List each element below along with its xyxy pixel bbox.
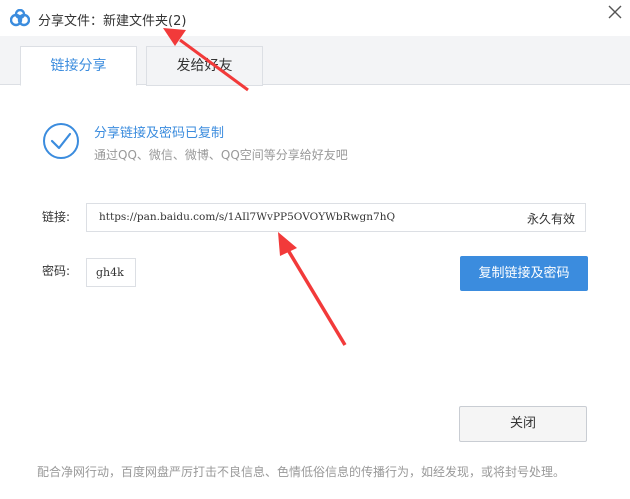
title-bar: 分享文件：新建文件夹(2) xyxy=(0,0,630,36)
link-url[interactable]: https://pan.baidu.com/s/1AIl7WvPP5OVOYWb… xyxy=(99,211,395,223)
password-field[interactable]: gh4k xyxy=(86,258,136,287)
status-title: 分享链接及密码已复制 xyxy=(94,126,225,141)
check-circle-icon xyxy=(43,123,79,159)
window-title: 分享文件：新建文件夹(2) xyxy=(38,14,187,29)
tab-send-to-friend[interactable]: 发给好友 xyxy=(146,46,263,86)
baidu-netdisk-logo-icon xyxy=(10,9,30,27)
close-button[interactable]: 关闭 xyxy=(459,406,587,442)
tab-bar: 链接分享 发给好友 xyxy=(0,36,630,86)
link-label: 链接: xyxy=(42,210,71,224)
password-value[interactable]: gh4k xyxy=(96,266,124,279)
link-field[interactable]: https://pan.baidu.com/s/1AIl7WvPP5OVOYWb… xyxy=(86,203,586,232)
close-icon[interactable] xyxy=(606,3,624,21)
tab-link-share[interactable]: 链接分享 xyxy=(20,46,137,86)
copy-link-and-password-button[interactable]: 复制链接及密码 xyxy=(460,256,588,291)
status-subtitle: 通过QQ、微信、微博、QQ空间等分享给好友吧 xyxy=(94,148,348,162)
password-label: 密码: xyxy=(42,264,71,278)
footer-note: 配合净网行动，百度网盘严厉打击不良信息、色情低俗信息的传播行为，如经发现，或将封… xyxy=(37,465,566,479)
link-validity: 永久有效 xyxy=(526,212,575,226)
